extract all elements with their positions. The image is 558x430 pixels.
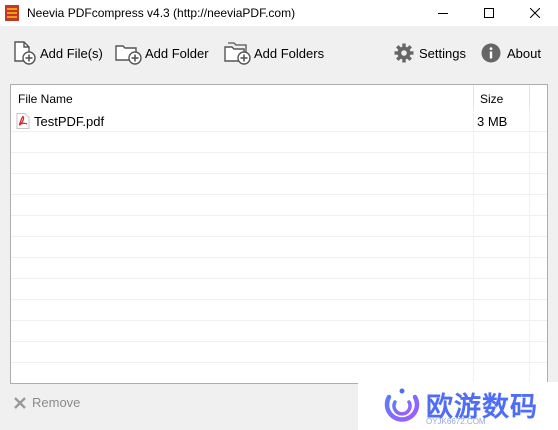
minimize-icon xyxy=(438,13,448,14)
close-button[interactable] xyxy=(512,0,558,26)
add-folders-button[interactable]: Add Folders xyxy=(224,40,324,66)
table-row[interactable]: TestPDF.pdf 3 MB xyxy=(11,111,547,132)
about-button[interactable]: About xyxy=(481,40,541,66)
about-label: About xyxy=(507,45,541,61)
row-gridline xyxy=(11,278,547,279)
add-file-icon xyxy=(14,41,36,65)
row-gridline xyxy=(11,194,547,195)
maximize-button[interactable] xyxy=(466,0,512,26)
remove-label: Remove xyxy=(32,395,81,410)
header-divider[interactable] xyxy=(529,85,530,109)
gear-icon xyxy=(394,43,414,63)
window-title: Neevia PDFcompress v4.3 (http://neeviaPD… xyxy=(27,6,296,20)
close-icon xyxy=(530,8,540,18)
add-folders-label: Add Folders xyxy=(254,45,325,61)
column-header-size[interactable]: Size xyxy=(480,85,503,111)
add-folder-button[interactable]: Add Folder xyxy=(115,40,209,66)
maximize-icon xyxy=(484,8,494,18)
remove-button[interactable]: Remove xyxy=(14,395,80,410)
row-gridline xyxy=(11,215,547,216)
row-gridline xyxy=(11,236,547,237)
watermark-logo-icon xyxy=(384,388,420,422)
close-icon xyxy=(14,396,26,409)
pdf-file-icon xyxy=(16,113,30,129)
add-folder-icon xyxy=(115,45,142,65)
settings-button[interactable]: Settings xyxy=(394,40,466,66)
header-divider[interactable] xyxy=(473,85,474,109)
row-gridline xyxy=(11,152,547,153)
info-icon xyxy=(481,43,501,63)
file-list[interactable]: File Name Size TestPDF.pdf 3 MB xyxy=(10,84,548,384)
watermark-subtext: OYJK6672.COM xyxy=(426,417,486,426)
row-gridline xyxy=(11,362,547,363)
minimize-button[interactable] xyxy=(420,0,466,26)
app-icon xyxy=(5,5,19,21)
row-gridline xyxy=(11,341,547,342)
toolbar: Add File(s) Add Folder Add Folders Setti… xyxy=(0,30,558,74)
file-name-cell: TestPDF.pdf xyxy=(34,114,105,129)
column-header-file-name[interactable]: File Name xyxy=(18,85,73,111)
add-files-label: Add File(s) xyxy=(40,45,103,61)
add-files-button[interactable]: Add File(s) xyxy=(12,40,103,66)
file-size-cell: 3 MB xyxy=(477,114,508,129)
add-folders-icon xyxy=(224,42,251,65)
row-gridline xyxy=(11,173,547,174)
add-folder-label: Add Folder xyxy=(145,45,209,61)
watermark: 欧游数码 OYJK6672.COM xyxy=(358,382,558,430)
row-gridline xyxy=(11,257,547,258)
settings-label: Settings xyxy=(419,45,466,61)
row-gridline xyxy=(11,320,547,321)
row-gridline xyxy=(11,299,547,300)
title-bar: Neevia PDFcompress v4.3 (http://neeviaPD… xyxy=(0,0,558,26)
